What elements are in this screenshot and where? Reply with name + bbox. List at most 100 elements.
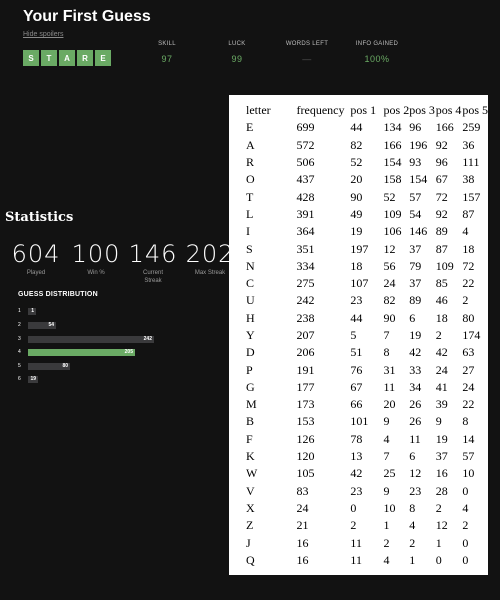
distribution-bar: 54 xyxy=(28,321,56,329)
table-cell: 82 xyxy=(350,137,363,152)
table-cell: Y xyxy=(246,328,255,342)
table-cell: 173 xyxy=(296,397,315,412)
table-cell: 11 xyxy=(383,379,396,394)
letter-frequency-table: letter frequency pos 1 pos 2 pos 3 pos 4… xyxy=(246,102,488,569)
hide-spoilers-link[interactable]: Hide spoilers xyxy=(23,31,63,38)
distribution-row: 1 1 xyxy=(18,307,36,315)
table-cell: 67 xyxy=(435,172,448,187)
table-cell: C xyxy=(246,276,255,291)
table-row: L 391 49 109 54 92 87 xyxy=(246,206,488,223)
table-cell: 0 xyxy=(435,552,442,567)
table-cell: 41 xyxy=(435,379,448,394)
table-cell: 391 xyxy=(296,206,315,221)
table-cell: 4 xyxy=(409,518,416,533)
table-cell: 93 xyxy=(409,155,422,170)
table-row: V 83 23 9 23 28 0 xyxy=(246,483,488,500)
table-cell: 52 xyxy=(350,155,363,170)
table-cell: G xyxy=(246,379,255,394)
skill-value: 97 xyxy=(161,54,173,64)
column-header: pos 5 xyxy=(462,103,488,118)
table-cell: 206 xyxy=(296,345,315,360)
distribution-bar: 205 xyxy=(28,348,135,356)
distribution-row: 3 242 xyxy=(18,335,154,343)
table-cell: 96 xyxy=(435,155,448,170)
table-cell: 51 xyxy=(350,345,363,360)
table-cell: 38 xyxy=(462,172,475,187)
distribution-row: 6 19 xyxy=(18,375,38,383)
table-cell: 14 xyxy=(462,431,475,446)
table-cell: V xyxy=(246,483,255,498)
table-cell: U xyxy=(246,293,255,308)
column-header: pos 1 xyxy=(350,103,377,118)
table-cell: 238 xyxy=(296,310,315,325)
table-cell: 105 xyxy=(296,466,315,481)
distribution-guess-number: 6 xyxy=(18,376,21,382)
table-cell: 154 xyxy=(409,172,428,187)
table-row: M 173 66 20 26 39 22 xyxy=(246,396,488,413)
table-cell: 28 xyxy=(435,483,448,498)
table-cell: 8 xyxy=(383,345,390,360)
table-cell: 572 xyxy=(296,137,315,152)
table-cell: T xyxy=(246,189,254,204)
table-cell: 79 xyxy=(409,258,422,273)
table-cell: 106 xyxy=(383,224,402,239)
table-cell: 90 xyxy=(383,310,396,325)
table-cell: 153 xyxy=(296,414,315,429)
table-cell: Z xyxy=(246,518,254,533)
table-cell: 44 xyxy=(350,310,363,325)
current-streak-label: Current Streak xyxy=(142,270,163,284)
table-cell: B xyxy=(246,414,255,429)
table-cell: 23 xyxy=(350,293,363,308)
table-cell: 89 xyxy=(435,224,448,239)
table-cell: 34 xyxy=(409,379,422,394)
table-cell: 25 xyxy=(383,466,396,481)
table-cell: 33 xyxy=(409,362,422,377)
table-cell: 11 xyxy=(350,535,362,550)
table-cell: 26 xyxy=(409,397,422,412)
table-cell: 20 xyxy=(350,172,363,187)
table-cell: 19 xyxy=(409,328,422,342)
table-cell: 12 xyxy=(409,466,422,481)
table-cell: 191 xyxy=(296,362,315,377)
table-cell: J xyxy=(246,535,251,550)
table-cell: 2 xyxy=(383,535,390,550)
distribution-guess-number: 4 xyxy=(18,349,21,355)
table-cell: 89 xyxy=(409,293,422,308)
table-cell: 6 xyxy=(409,449,416,464)
distribution-guess-number: 2 xyxy=(18,322,21,328)
table-cell: 80 xyxy=(462,310,475,325)
played-label: Played xyxy=(26,270,46,276)
table-cell: W xyxy=(246,466,258,481)
table-cell: 4 xyxy=(462,500,469,515)
table-cell: 10 xyxy=(462,466,475,481)
win-percent-value: 100 xyxy=(71,240,121,268)
table-cell: 2 xyxy=(435,328,442,342)
table-cell: 56 xyxy=(383,258,396,273)
table-cell: 10 xyxy=(383,500,396,515)
table-cell: 23 xyxy=(409,483,422,498)
table-cell: D xyxy=(246,345,255,360)
table-cell: 92 xyxy=(435,206,448,221)
table-cell: 109 xyxy=(435,258,454,273)
table-cell: 52 xyxy=(383,189,396,204)
table-cell: 8 xyxy=(462,414,469,429)
table-cell: 78 xyxy=(350,431,363,446)
table-cell: 19 xyxy=(350,224,363,239)
table-cell: 54 xyxy=(409,206,422,221)
table-cell: 364 xyxy=(296,224,315,239)
table-cell: 46 xyxy=(435,293,448,308)
table-cell: 207 xyxy=(296,328,315,342)
current-streak-value: 146 xyxy=(128,240,178,268)
table-cell: 120 xyxy=(296,449,315,464)
guess-tile: T xyxy=(41,50,57,66)
table-cell: P xyxy=(246,362,253,377)
statistics-title: Statistics xyxy=(5,210,74,225)
distribution-bar: 1 xyxy=(28,307,36,315)
table-cell: S xyxy=(246,241,253,256)
table-cell: 37 xyxy=(409,276,422,291)
luck-value: 99 xyxy=(231,54,243,64)
table-row: R 506 52 154 93 96 111 xyxy=(246,154,488,171)
table-cell: 154 xyxy=(383,155,402,170)
table-row: D 206 51 8 42 42 63 xyxy=(246,344,488,361)
table-cell: 76 xyxy=(350,362,363,377)
